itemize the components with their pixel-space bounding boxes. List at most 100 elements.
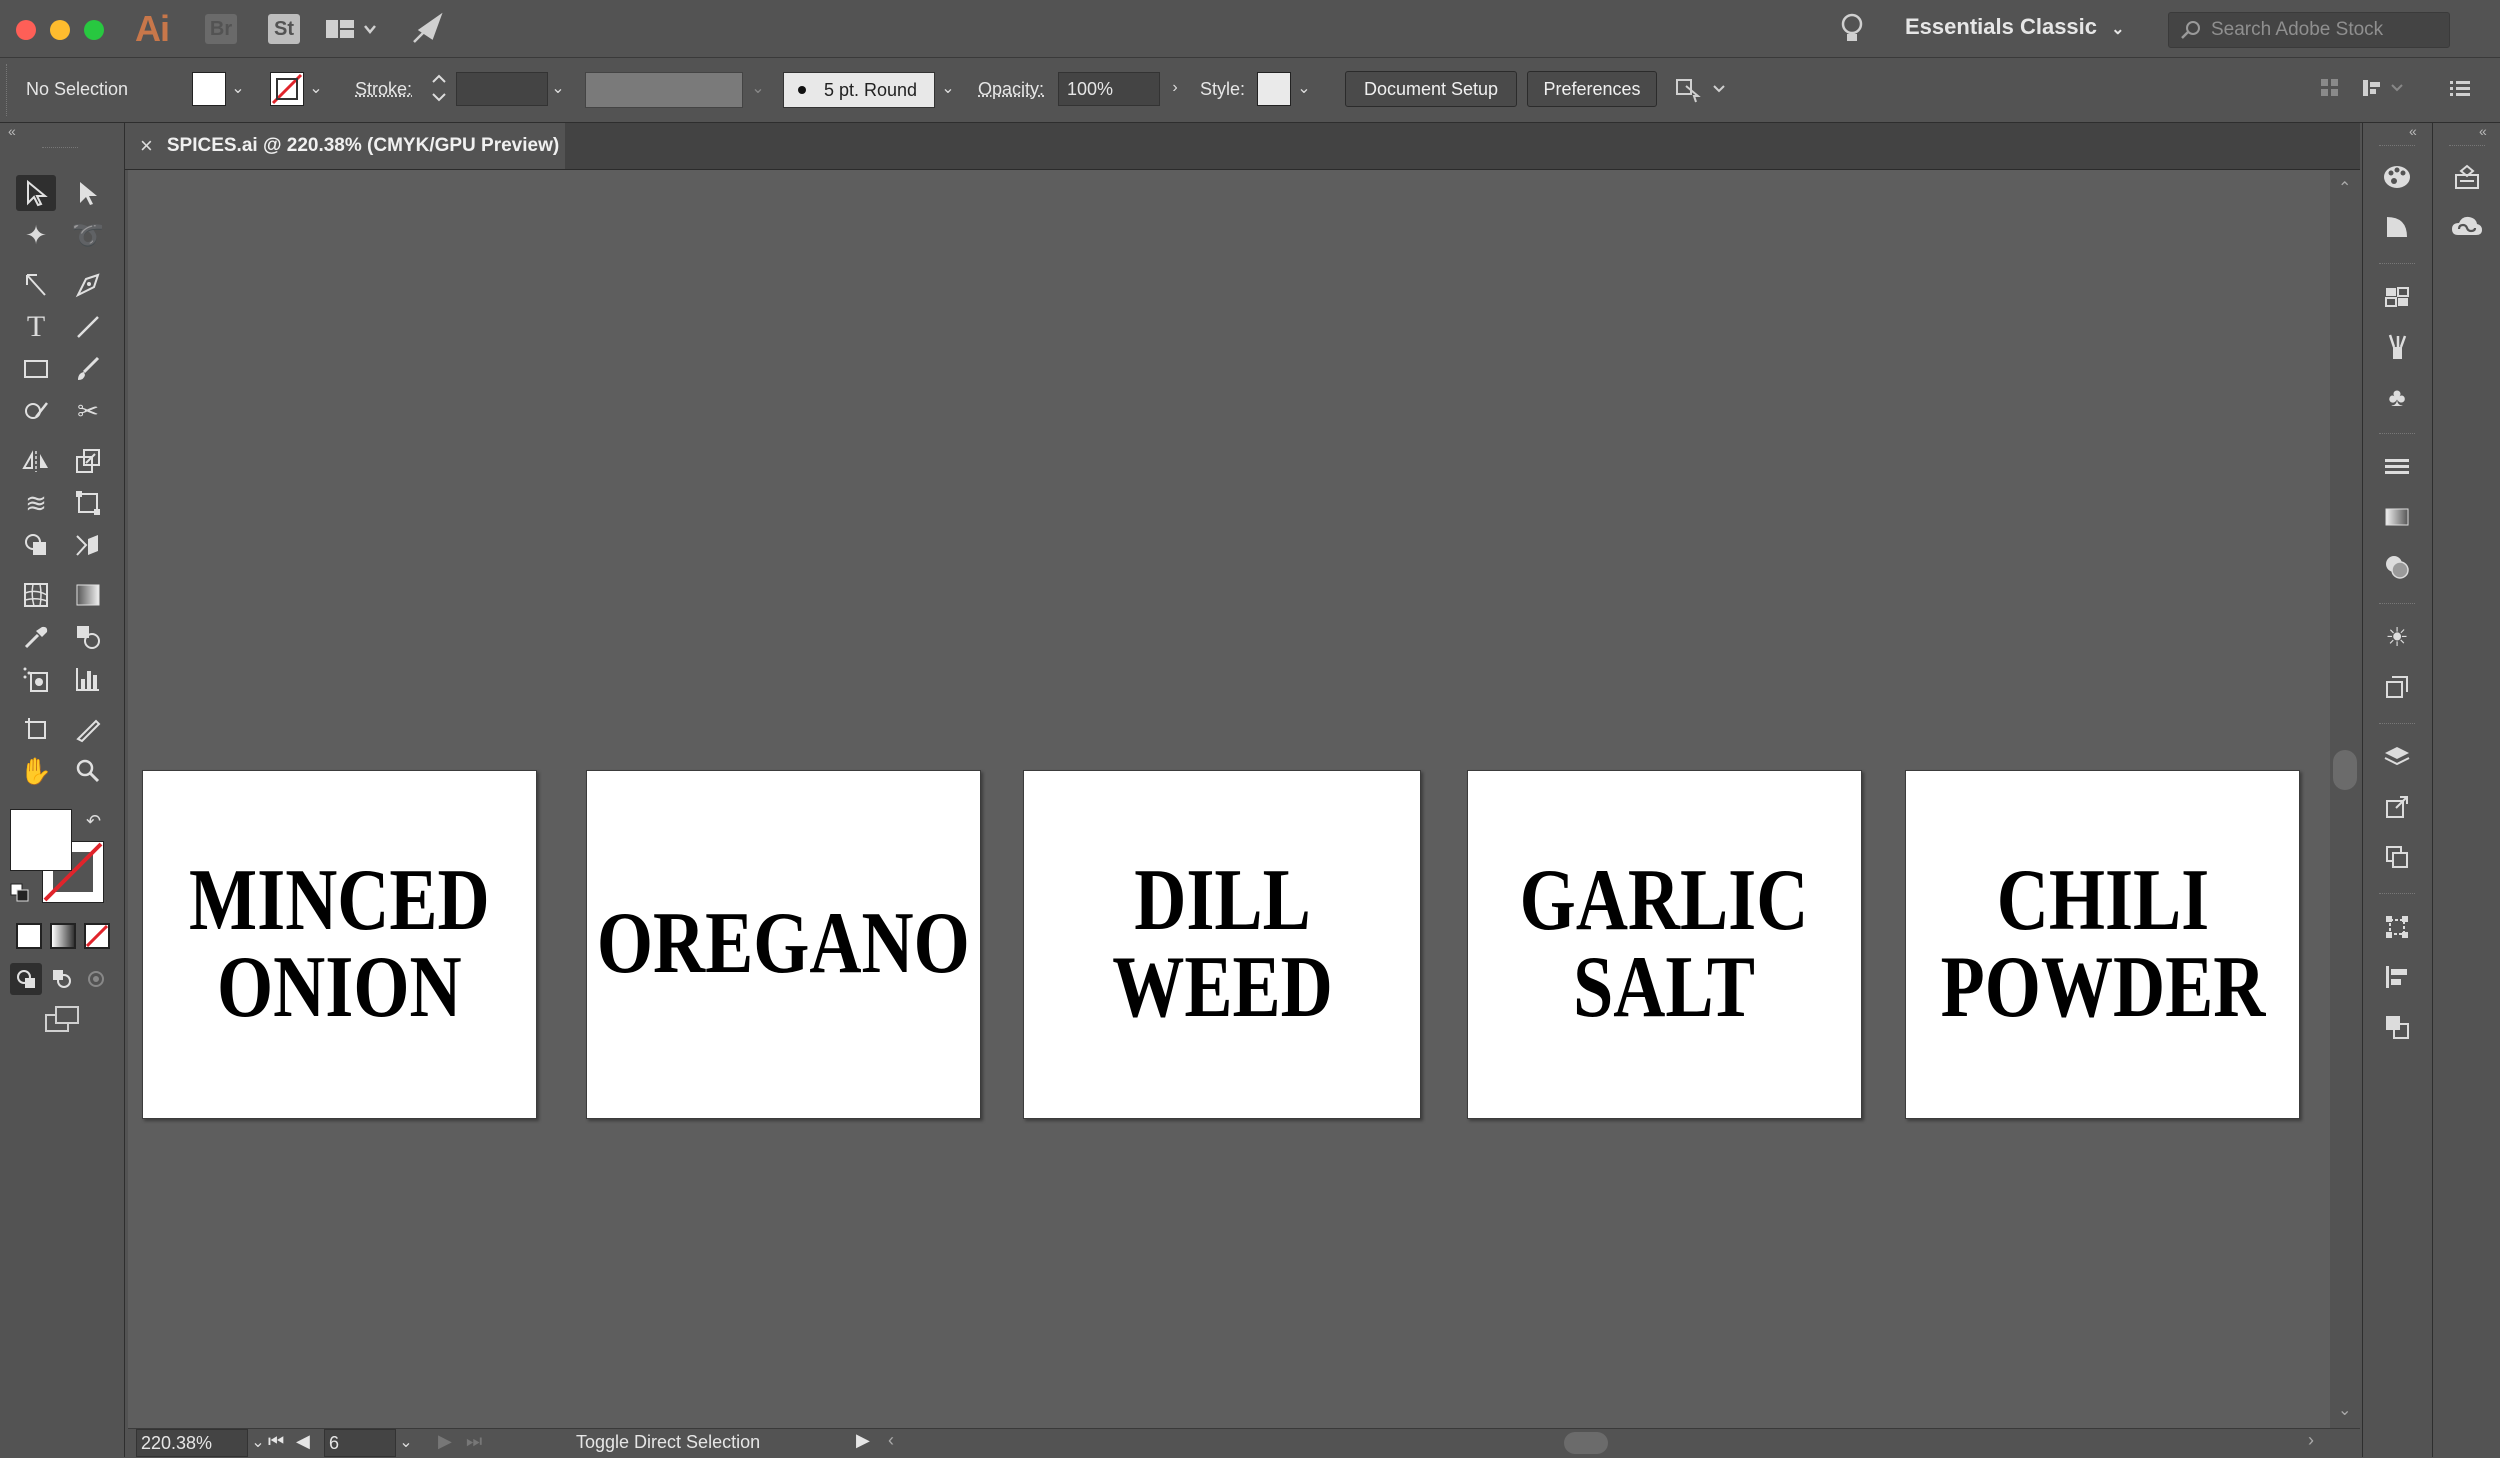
type-tool[interactable]: T [16, 309, 56, 345]
panel-grip[interactable] [42, 147, 78, 151]
blend-tool[interactable] [68, 619, 108, 655]
document-canvas[interactable]: MINCED ONION OREGANO DILL WEED GARLIC SA… [128, 170, 2330, 1428]
scroll-right-icon[interactable]: › [2308, 1430, 2314, 1451]
align-panel-button[interactable] [2375, 957, 2419, 997]
column-graph-tool[interactable] [68, 661, 108, 697]
fill-color-box-front[interactable] [10, 809, 72, 871]
fill-dropdown[interactable]: ⌄ [228, 72, 248, 104]
scroll-down-icon[interactable]: ⌄ [2338, 1400, 2351, 1420]
appearance-panel-button[interactable]: ☀ [2375, 617, 2419, 657]
eyedropper-tool[interactable] [16, 619, 56, 655]
opacity-slider-button[interactable]: › [1165, 72, 1185, 104]
draw-inside-button[interactable] [80, 963, 112, 995]
horizontal-scroll-thumb[interactable] [1564, 1432, 1608, 1454]
graphic-styles-panel-button[interactable] [2375, 667, 2419, 707]
transform-options-button[interactable] [2318, 76, 2342, 105]
line-segment-tool[interactable] [68, 309, 108, 345]
zoom-dropdown[interactable]: ⌄ [248, 1426, 268, 1458]
previous-artboard-button[interactable]: ◀ [296, 1431, 310, 1452]
brushes-panel-button[interactable] [2375, 327, 2419, 367]
panel-grip[interactable] [2379, 433, 2415, 437]
minimize-window-button[interactable] [50, 20, 70, 40]
stroke-label[interactable]: Stroke: [355, 79, 412, 100]
perspective-grid-tool[interactable] [68, 527, 108, 563]
document-setup-button[interactable]: Document Setup [1345, 71, 1517, 107]
zoom-tool[interactable] [68, 753, 108, 789]
bridge-button[interactable]: Br [205, 14, 237, 44]
artboard-4[interactable]: GARLIC SALT [1467, 770, 1862, 1119]
brush-definition[interactable]: 5 pt. Round [783, 72, 935, 108]
close-tab-icon[interactable]: × [140, 133, 153, 159]
draw-behind-button[interactable] [46, 963, 78, 995]
preferences-button[interactable]: Preferences [1527, 71, 1657, 107]
fill-swatch[interactable] [192, 72, 226, 106]
panel-grip[interactable] [2379, 263, 2415, 267]
gpu-performance-button[interactable] [410, 12, 446, 51]
shaper-tool[interactable] [16, 393, 56, 429]
vertical-scrollbar[interactable]: ⌃ ⌄ [2330, 170, 2360, 1428]
free-transform-tool[interactable] [68, 485, 108, 521]
collapse-panel-icon[interactable]: « [8, 123, 16, 139]
arrange-documents-button[interactable] [325, 16, 377, 49]
workspace-switcher[interactable]: Essentials Classic ⌄ [1905, 14, 2125, 40]
swap-fill-stroke-icon[interactable]: ↶ [86, 811, 101, 832]
panel-grip[interactable] [2449, 145, 2485, 149]
artboard-1[interactable]: MINCED ONION [142, 770, 537, 1119]
libraries-panel-button[interactable] [2445, 207, 2489, 247]
artboard-number-field[interactable]: 6 [324, 1429, 396, 1457]
brush-dropdown[interactable]: ⌄ [938, 72, 958, 104]
collapse-dock-icon[interactable]: « [2409, 123, 2417, 139]
selection-tool[interactable] [16, 175, 56, 211]
properties-panel-button[interactable] [2445, 157, 2489, 197]
magic-wand-tool[interactable]: ✦ [16, 217, 56, 253]
panel-grip[interactable] [2379, 145, 2415, 149]
opacity-input[interactable]: 100% [1058, 72, 1160, 106]
stock-button[interactable]: St [268, 14, 300, 44]
transparency-panel-button[interactable] [2375, 547, 2419, 587]
learn-button[interactable] [1838, 12, 1866, 51]
panel-grip[interactable] [2379, 893, 2415, 897]
collapse-dock-icon[interactable]: « [2479, 123, 2487, 139]
pathfinder-panel-button[interactable] [2375, 1007, 2419, 1047]
stroke-panel-button[interactable] [2375, 447, 2419, 487]
stroke-swatch[interactable] [270, 72, 304, 106]
mesh-tool[interactable] [16, 577, 56, 613]
stroke-weight-dropdown[interactable]: ⌄ [548, 72, 568, 104]
next-artboard-button[interactable]: ▶ [438, 1431, 452, 1452]
scroll-left-icon[interactable]: ‹ [888, 1430, 894, 1451]
scissors-tool[interactable]: ✂ [68, 393, 108, 429]
panel-grip[interactable] [2379, 603, 2415, 607]
warp-tool[interactable]: ≋ [16, 485, 56, 521]
swatches-panel-button[interactable] [2375, 277, 2419, 317]
opacity-label[interactable]: Opacity: [978, 79, 1044, 100]
artboard-tool[interactable] [16, 711, 56, 747]
last-artboard-button[interactable]: ⏭ [466, 1431, 482, 1452]
status-menu-button[interactable]: ▶ [856, 1430, 870, 1451]
gradient-tool[interactable] [68, 577, 108, 613]
panel-grip[interactable] [2379, 723, 2415, 727]
direct-selection-tool[interactable] [68, 175, 108, 211]
symbols-panel-button[interactable]: ♣ [2375, 377, 2419, 417]
direct-select-sub-tool[interactable] [16, 267, 56, 303]
symbol-sprayer-tool[interactable] [16, 661, 56, 697]
rectangle-tool[interactable] [16, 351, 56, 387]
panel-grip[interactable] [6, 64, 13, 116]
pen-tool[interactable] [68, 267, 108, 303]
scroll-up-icon[interactable]: ⌃ [2338, 178, 2351, 198]
artboard-5[interactable]: CHILI POWDER [1905, 770, 2300, 1119]
document-tab[interactable]: × SPICES.ai @ 220.38% (CMYK/GPU Preview) [125, 123, 565, 169]
change-screen-mode-button[interactable] [42, 1003, 82, 1040]
none-mode-button[interactable] [84, 923, 110, 949]
graphic-style-swatch[interactable] [1257, 72, 1291, 106]
asset-export-panel-button[interactable] [2375, 787, 2419, 827]
draw-normal-button[interactable] [10, 963, 42, 995]
stroke-weight-input[interactable] [456, 72, 548, 106]
zoom-level-field[interactable]: 220.38% [136, 1429, 248, 1457]
gradient-panel-button[interactable] [2375, 497, 2419, 537]
artboards-panel-button[interactable] [2375, 837, 2419, 877]
color-mode-button[interactable] [16, 923, 42, 949]
stroke-color-dropdown[interactable]: ⌄ [306, 72, 326, 104]
search-input[interactable]: Search Adobe Stock [2211, 19, 2383, 41]
artboard-dropdown[interactable]: ⌄ [396, 1426, 416, 1458]
artboard-3[interactable]: DILL WEED [1023, 770, 1421, 1119]
